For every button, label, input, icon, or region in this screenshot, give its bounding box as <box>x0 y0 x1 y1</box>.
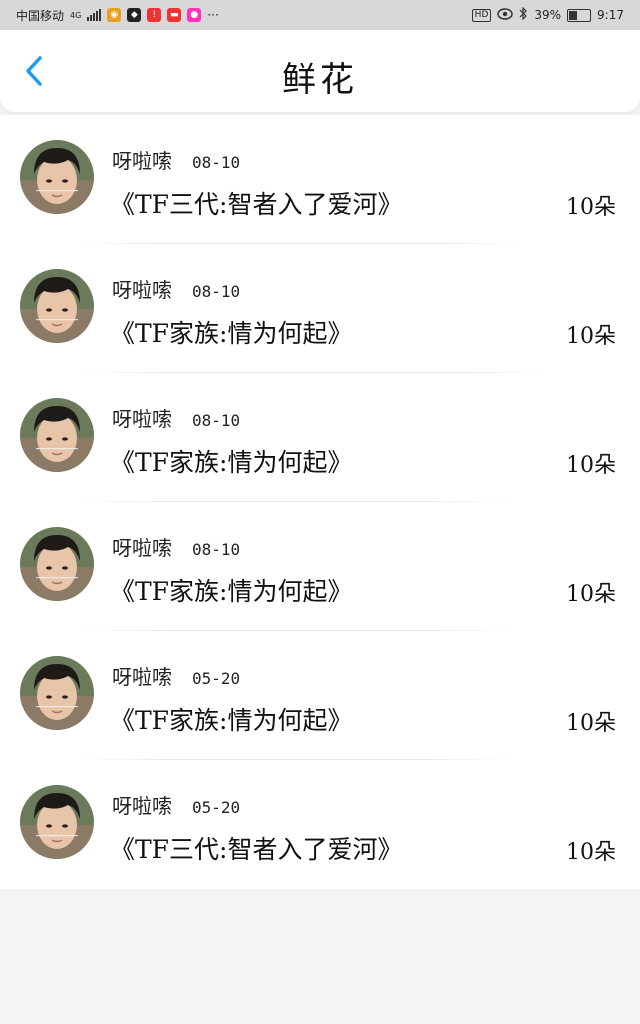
book-title: 《TF家族:情为何起》 <box>110 448 353 477</box>
avatar <box>20 656 94 730</box>
avatar <box>20 140 94 214</box>
avatar <box>20 269 94 343</box>
list-item[interactable]: 呀啦嗦 08-10 《TF家族:情为何起》 10朵 <box>0 244 640 373</box>
list-item[interactable]: 呀啦嗦 05-20 《TF家族:情为何起》 10朵 <box>0 631 640 760</box>
avatar <box>20 785 94 859</box>
battery-icon <box>567 8 592 22</box>
item-meta: 呀啦嗦 08-10 <box>112 274 240 303</box>
user-name: 呀啦嗦 <box>112 665 172 689</box>
gift-date: 05-20 <box>192 669 241 688</box>
user-name: 呀啦嗦 <box>112 149 172 173</box>
flower-count: 10朵 <box>566 582 616 607</box>
item-meta: 呀啦嗦 05-20 <box>112 790 240 819</box>
status-bar-right: HD 39% 9:17 <box>471 6 624 23</box>
avatar <box>20 398 94 472</box>
avatar <box>20 527 94 601</box>
item-meta: 呀啦嗦 08-10 <box>112 145 240 174</box>
flower-count: 10朵 <box>566 711 616 736</box>
list-item[interactable]: 呀啦嗦 08-10 《TF三代:智者入了爱河》 10朵 <box>0 115 640 244</box>
item-meta: 呀啦嗦 08-10 <box>112 403 240 432</box>
flower-record-list: 呀啦嗦 08-10 《TF三代:智者入了爱河》 10朵 呀啦嗦 08-10 《T… <box>0 115 640 889</box>
item-meta: 呀啦嗦 08-10 <box>112 532 240 561</box>
book-title: 《TF家族:情为何起》 <box>110 577 353 606</box>
app-header: 鲜花 <box>0 30 640 112</box>
news-app-icon: ▬ <box>167 8 182 22</box>
book-title: 《TF三代:智者入了爱河》 <box>110 190 403 219</box>
battery-percent: 39% <box>534 8 562 22</box>
carrier-label: 中国移动 <box>16 8 65 23</box>
flower-count: 10朵 <box>566 195 616 220</box>
eye-icon <box>497 7 514 23</box>
book-title: 《TF三代:智者入了爱河》 <box>110 835 403 864</box>
photo-app-icon: ● <box>187 8 202 22</box>
gift-date: 08-10 <box>192 411 241 430</box>
app-notification-icon: ! <box>147 8 162 22</box>
list-item[interactable]: 呀啦嗦 08-10 《TF家族:情为何起》 10朵 <box>0 373 640 502</box>
signal-icon <box>87 9 102 21</box>
user-name: 呀啦嗦 <box>112 794 172 818</box>
gift-date: 08-10 <box>192 282 241 301</box>
qq-icon: ◆ <box>127 8 142 22</box>
user-name: 呀啦嗦 <box>112 407 172 431</box>
clock: 9:17 <box>597 8 624 22</box>
flower-count: 10朵 <box>566 453 616 478</box>
page-title: 鲜花 <box>282 60 358 100</box>
weibo-icon: ◉ <box>107 8 122 22</box>
status-bar: 中国移动 4G ◉ ◆ ! ▬ ● ··· HD 39% 9:17 <box>0 0 640 30</box>
user-name: 呀啦嗦 <box>112 536 172 560</box>
bluetooth-icon <box>519 6 528 23</box>
network-label: 4G <box>70 10 82 20</box>
more-notifications-icon: ··· <box>207 8 219 22</box>
flower-count: 10朵 <box>566 840 616 865</box>
book-title: 《TF家族:情为何起》 <box>110 706 353 735</box>
item-meta: 呀啦嗦 05-20 <box>112 661 240 690</box>
user-name: 呀啦嗦 <box>112 278 172 302</box>
gift-date: 05-20 <box>192 798 241 817</box>
list-item[interactable]: 呀啦嗦 08-10 《TF家族:情为何起》 10朵 <box>0 502 640 631</box>
list-item[interactable]: 呀啦嗦 05-20 《TF三代:智者入了爱河》 10朵 <box>0 760 640 889</box>
gift-date: 08-10 <box>192 540 241 559</box>
hd-icon: HD <box>471 8 492 22</box>
gift-date: 08-10 <box>192 153 241 172</box>
book-title: 《TF家族:情为何起》 <box>110 319 353 348</box>
flower-count: 10朵 <box>566 324 616 349</box>
status-bar-left: 中国移动 4G ◉ ◆ ! ▬ ● ··· <box>16 7 219 24</box>
